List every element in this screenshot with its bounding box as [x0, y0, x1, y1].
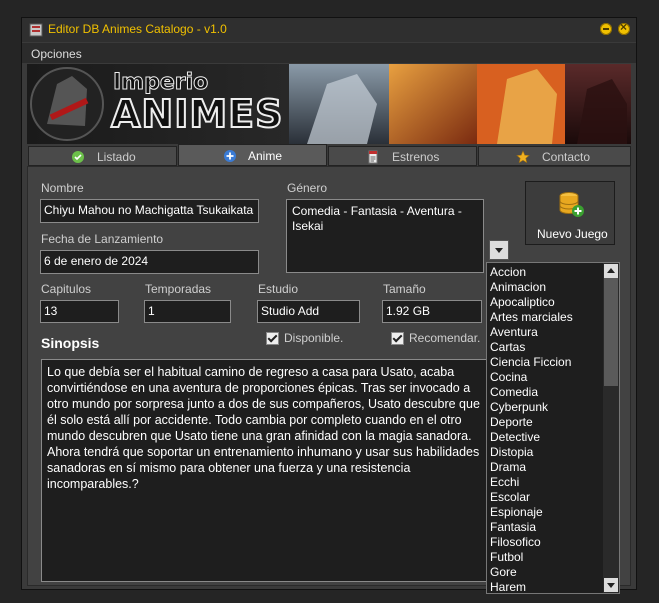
genero-label: Género [287, 181, 328, 195]
recomendar-label: Recomendar. [409, 331, 481, 345]
scroll-thumb[interactable] [604, 278, 618, 386]
tab-label: Anime [248, 149, 283, 163]
recomendar-checkbox[interactable]: Recomendar. [391, 331, 480, 345]
scroll-up-arrow[interactable] [604, 264, 618, 278]
capitulos-field[interactable]: 13 [40, 300, 119, 323]
database-app-icon [29, 23, 43, 37]
genre-dropdown-list[interactable]: Accion Animacion Apocaliptico Artes marcial… [486, 262, 620, 594]
add-database-icon [559, 192, 584, 217]
banner-image: Imperio ANIMES [27, 64, 631, 144]
temporadas-label: Temporadas [145, 282, 212, 296]
tab-label: Estrenos [392, 150, 440, 164]
genre-option[interactable]: Distopia [490, 445, 533, 459]
estudio-field[interactable]: Studio Add [257, 300, 360, 323]
genre-option[interactable]: Comedia [490, 385, 538, 399]
tab-label: Listado [97, 150, 136, 164]
genre-option[interactable]: Animacion [490, 280, 546, 294]
genre-option[interactable]: Cartas [490, 340, 525, 354]
plus-circle-icon [224, 150, 236, 162]
genre-option[interactable]: Espionaje [490, 505, 543, 519]
genero-dropdown-button[interactable] [489, 240, 509, 260]
nuevo-juego-label: Nuevo Juego [537, 227, 608, 241]
disponible-label: Disponible. [284, 331, 344, 345]
genre-option[interactable]: Detective [490, 430, 540, 444]
genre-option[interactable]: Gore [490, 565, 517, 579]
genre-option[interactable]: Fantasia [490, 520, 536, 534]
tab-estrenos[interactable]: Estrenos [328, 146, 477, 166]
scroll-down-arrow[interactable] [604, 578, 618, 592]
genre-option[interactable]: Escolar [490, 490, 530, 504]
menu-bar: Opciones [22, 43, 636, 63]
document-icon [368, 150, 378, 164]
list-scrollbar[interactable] [603, 263, 619, 593]
temporadas-field[interactable]: 1 [144, 300, 231, 323]
estudio-label: Estudio [258, 282, 299, 296]
sinopsis-label: Sinopsis [41, 335, 100, 351]
genre-option[interactable]: Futbol [490, 550, 523, 564]
nuevo-juego-button[interactable]: Nuevo Juego [525, 181, 615, 245]
genre-option[interactable]: Cocina [490, 370, 527, 384]
window-title: Editor DB Animes Catalogo - v1.0 [48, 22, 227, 36]
disponible-checkbox[interactable]: Disponible. [266, 331, 343, 345]
genre-option[interactable]: Ciencia Ficcion [490, 355, 571, 369]
fecha-field[interactable]: 6 de enero de 2024 [40, 250, 259, 274]
tamano-label: Tamaño [383, 282, 426, 296]
genre-option[interactable]: Deporte [490, 415, 533, 429]
menu-opciones[interactable]: Opciones [31, 47, 82, 61]
tab-label: Contacto [542, 150, 591, 164]
logo-text-bottom: ANIMES [110, 91, 284, 137]
genre-option[interactable]: Accion [490, 265, 526, 279]
star-icon [516, 150, 530, 164]
genre-option[interactable]: Apocaliptico [490, 295, 555, 309]
check-circle-icon [72, 151, 84, 163]
close-button[interactable] [618, 20, 630, 35]
genre-option[interactable]: Filosofico [490, 535, 541, 549]
checkbox-box [266, 331, 279, 345]
genre-option[interactable]: Artes marciales [490, 310, 573, 324]
tamano-field[interactable]: 1.92 GB [382, 300, 482, 323]
anime-form-panel: Nombre Chiyu Mahou no Machigatta Tsukaik… [27, 166, 631, 594]
title-bar: Editor DB Animes Catalogo - v1.0 [22, 18, 636, 42]
genre-option[interactable]: Harem [490, 580, 526, 593]
sinopsis-field[interactable]: Lo que debía ser el habitual camino de r… [41, 359, 489, 582]
nombre-field[interactable]: Chiyu Mahou no Machigatta Tsukaikata [40, 199, 259, 223]
genre-option[interactable]: Cyberpunk [490, 400, 548, 414]
genre-option[interactable]: Drama [490, 460, 526, 474]
minimize-button[interactable] [600, 23, 612, 35]
main-window: Editor DB Animes Catalogo - v1.0 Opcione… [21, 17, 637, 594]
fecha-label: Fecha de Lanzamiento [41, 232, 164, 246]
tab-listado[interactable]: Listado [28, 146, 177, 166]
checkbox-box [391, 331, 404, 345]
genre-option[interactable]: Aventura [490, 325, 538, 339]
nombre-label: Nombre [41, 181, 84, 195]
tab-bar: Listado Anime Estrenos Contacto [28, 144, 631, 166]
capitulos-label: Capitulos [41, 282, 92, 296]
tab-contacto[interactable]: Contacto [478, 146, 631, 166]
genre-option[interactable]: Ecchi [490, 475, 519, 489]
genero-field[interactable]: Comedia - Fantasia - Aventura - Isekai [286, 199, 484, 273]
tab-anime[interactable]: Anime [178, 144, 327, 166]
